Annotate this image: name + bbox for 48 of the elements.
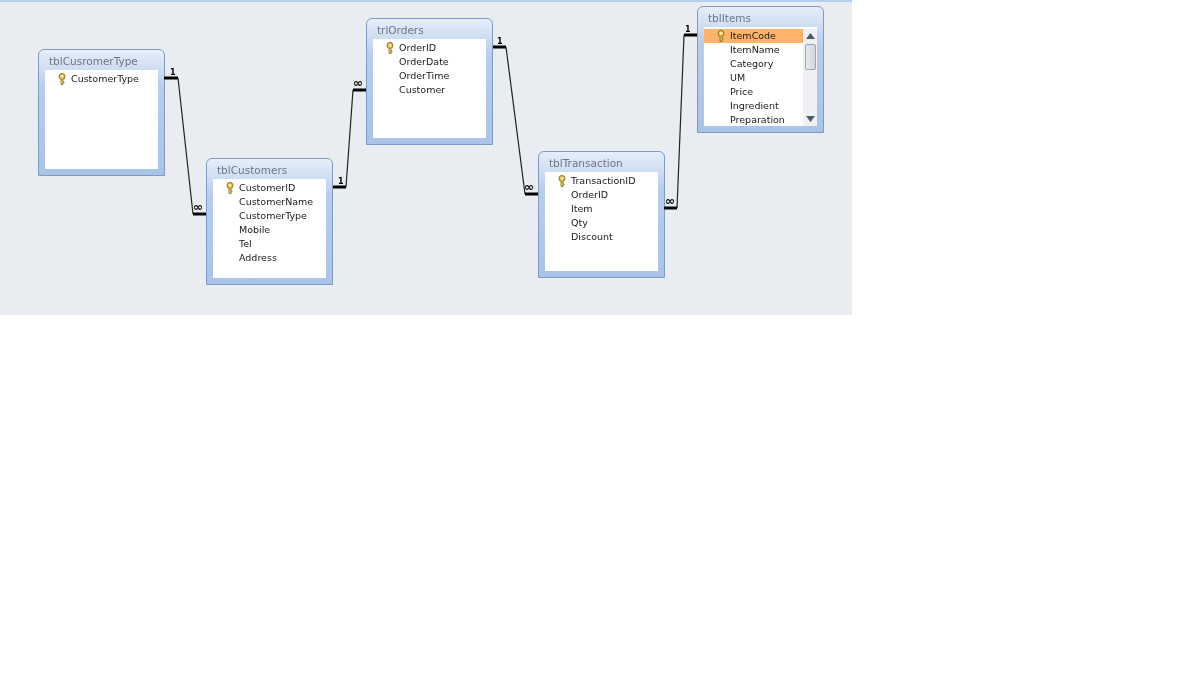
field-name[interactable]: Discount [571,230,613,244]
scroll-thumb[interactable] [804,44,816,70]
relationship-line[interactable] [664,33,697,210]
field-name[interactable]: ItemName [730,43,780,57]
table-window[interactable]: tblCustomers CustomerID CustomerName CustomerType Mobile Tel Address [206,158,333,285]
table-window[interactable]: tblItems ItemCode ItemName Category UM Price Ingredient Preparation [697,6,824,133]
field-name[interactable]: Price [730,85,754,99]
field-name[interactable]: OrderTime [399,69,450,83]
field-name[interactable]: UM [730,71,746,85]
cardinality-label: 1 [497,37,503,46]
field-name[interactable]: CustomerID [239,181,296,195]
cardinality-label: ∞ [353,76,363,90]
field-name[interactable]: CustomerName [239,195,314,209]
table-title: tblTransaction [548,156,624,171]
relationship-line[interactable] [333,88,366,189]
field-name[interactable]: CustomerType [239,209,307,223]
table-title: tblCustomers [216,163,289,178]
field-name[interactable]: Mobile [239,223,271,237]
field-name[interactable]: OrderDate [399,55,449,69]
cardinality-label: 1 [685,25,691,34]
cardinality-label: ∞ [524,180,534,194]
field-name[interactable]: Customer [399,83,446,97]
field-name[interactable]: Category [730,57,774,71]
cardinality-label: 1 [338,177,344,186]
field-name[interactable]: Item [571,202,593,216]
table-window[interactable]: tblTransaction TransactionID OrderID Item Qty Discount [538,151,665,278]
scroll-down-icon[interactable] [805,116,815,122]
field-name[interactable]: OrderID [571,188,609,202]
table-window[interactable]: trlOrders OrderID OrderDate OrderTime Customer [366,18,493,145]
table-title: tblItems [707,11,753,26]
relationship-line[interactable] [164,76,206,216]
field-name[interactable]: Address [239,251,277,265]
relationship-line[interactable] [493,45,538,196]
field-name[interactable]: Qty [571,216,588,230]
scroll-up-icon[interactable] [805,33,815,39]
field-name[interactable]: CustomerType [71,72,139,86]
table-window[interactable]: tblCusromerType CustomerType [38,49,165,176]
field-name[interactable]: Preparation [730,113,785,126]
field-name[interactable]: Tel [239,237,252,251]
table-title: tblCusromerType [48,54,139,69]
field-name[interactable]: OrderID [399,41,437,55]
cardinality-label: ∞ [665,194,675,208]
cardinality-label: ∞ [193,200,203,214]
table-title: trlOrders [376,23,425,38]
scrollbar[interactable] [803,29,817,126]
field-name[interactable]: TransactionID [571,174,636,188]
cardinality-label: 1 [170,68,176,77]
field-name[interactable]: Ingredient [730,99,779,113]
